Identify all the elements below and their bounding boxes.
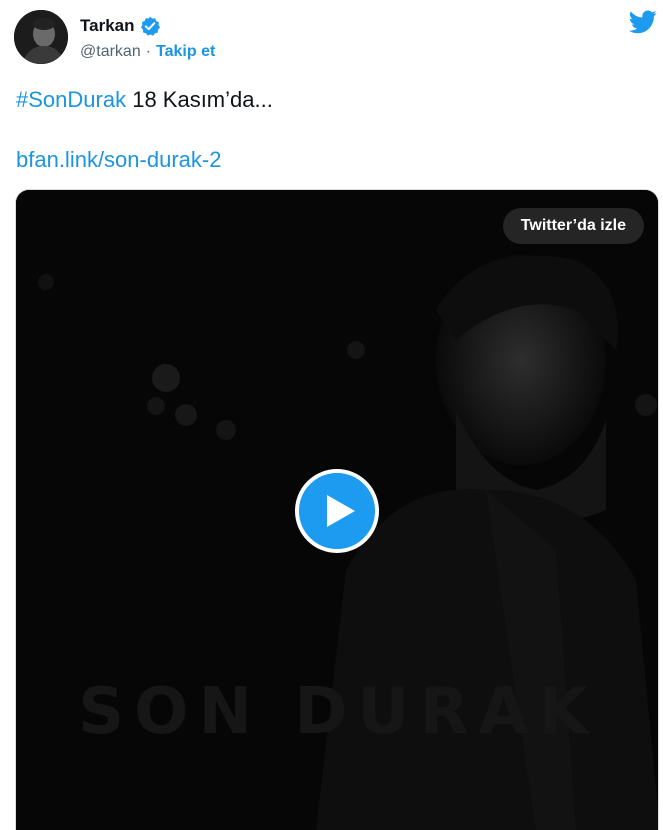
separator-dot: · <box>145 43 152 60</box>
play-button[interactable] <box>295 469 379 553</box>
tweet-body: 18 Kasım’da... <box>132 87 273 112</box>
tweet-header: Tarkan @tarkan · Takip et <box>14 10 657 66</box>
cover-title: SON DURAK <box>78 675 598 749</box>
avatar[interactable] <box>14 10 68 64</box>
verified-badge-icon <box>140 16 160 36</box>
play-icon <box>327 495 355 527</box>
watch-on-twitter-button[interactable]: Twitter’da izle <box>502 208 644 244</box>
handle[interactable]: @tarkan <box>80 43 141 61</box>
follow-button[interactable]: Takip et <box>156 43 215 61</box>
video-player[interactable]: SON DURAK Twitter’da izle <box>15 189 659 830</box>
hashtag-link[interactable]: #SonDurak <box>16 87 126 112</box>
external-link[interactable]: bfan.link/son-durak-2 <box>16 146 221 174</box>
display-name[interactable]: Tarkan <box>80 16 135 36</box>
user-info: Tarkan @tarkan · Takip et <box>80 14 215 64</box>
twitter-bird-icon[interactable] <box>628 10 657 34</box>
tweet-text: #SonDurak 18 Kasım’da... <box>16 86 273 114</box>
